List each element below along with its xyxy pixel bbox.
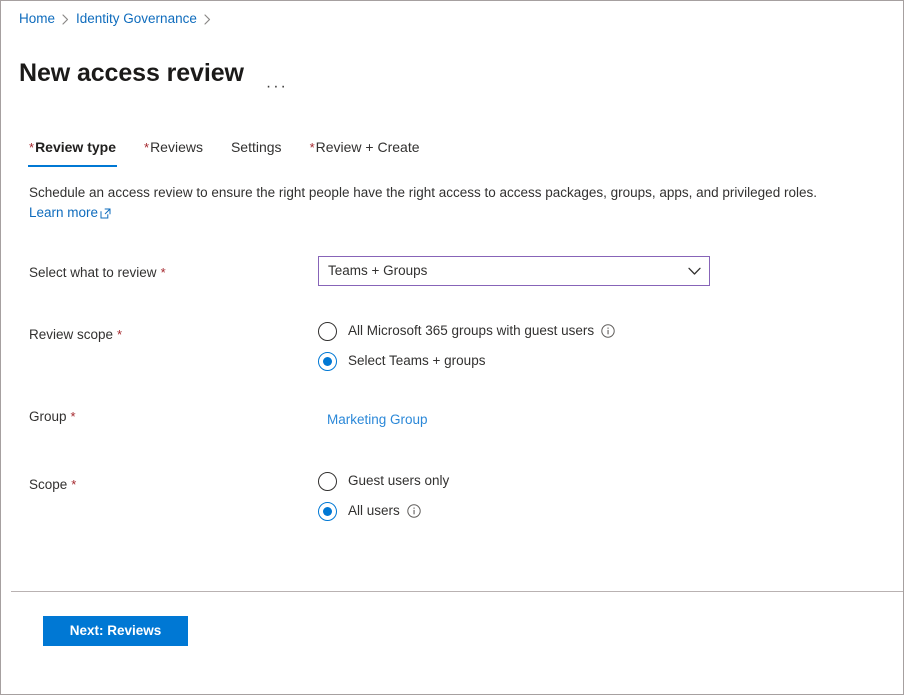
breadcrumb-item-identity-governance[interactable]: Identity Governance <box>76 10 197 28</box>
tab-settings[interactable]: Settings <box>229 135 284 167</box>
review-scope-radio-group: All Microsoft 365 groups with guest user… <box>318 316 615 376</box>
radio-mark <box>318 352 337 371</box>
field-label-review-scope: Review scope * <box>29 326 122 344</box>
label-text: Review scope <box>29 327 113 342</box>
radio-select-teams-and-groups[interactable]: Select Teams + groups <box>318 346 615 376</box>
selected-group-link[interactable]: Marketing Group <box>327 412 428 427</box>
radio-label: All Microsoft 365 groups with guest user… <box>348 322 594 340</box>
required-asterisk: * <box>117 327 122 342</box>
learn-more-link[interactable]: Learn more <box>29 203 111 223</box>
radio-all-m365-groups-with-guest-users[interactable]: All Microsoft 365 groups with guest user… <box>318 316 615 346</box>
radio-mark <box>318 322 337 341</box>
chevron-right-icon <box>62 14 69 25</box>
info-icon[interactable] <box>407 504 421 518</box>
field-label-scope: Scope * <box>29 476 76 494</box>
page-title: New access review <box>19 56 244 90</box>
radio-label: All users <box>348 502 400 520</box>
field-label-select-what-to-review: Select what to review * <box>29 264 166 282</box>
radio-mark <box>318 472 337 491</box>
required-asterisk: * <box>71 477 76 492</box>
page-description: Schedule an access review to ensure the … <box>29 183 885 223</box>
dropdown-selected-value: Teams + Groups <box>328 262 687 280</box>
tab-label: Settings <box>231 139 282 155</box>
more-options-button[interactable]: ··· <box>262 76 292 103</box>
label-text: Scope <box>29 477 67 492</box>
title-row: New access review ··· <box>19 39 292 107</box>
tab-review-type[interactable]: *Review type <box>27 135 118 167</box>
required-asterisk: * <box>310 140 315 155</box>
label-text: Group <box>29 409 67 424</box>
chevron-down-icon <box>687 264 701 278</box>
radio-mark <box>318 502 337 521</box>
description-text: Schedule an access review to ensure the … <box>29 185 817 200</box>
radio-label: Select Teams + groups <box>348 352 485 370</box>
radio-all-users[interactable]: All users <box>318 496 449 526</box>
required-asterisk: * <box>161 265 166 280</box>
new-access-review-page: Home Identity Governance New access revi… <box>0 0 904 695</box>
control-group: Marketing Group <box>327 411 428 429</box>
tab-label: Review + Create <box>316 139 420 155</box>
learn-more-label: Learn more <box>29 203 98 223</box>
chevron-right-icon-2 <box>204 14 211 25</box>
required-asterisk: * <box>71 409 76 424</box>
wizard-tabs: *Review type *Reviews Settings *Review +… <box>27 135 446 167</box>
tab-label: Review type <box>35 139 116 155</box>
label-text: Select what to review <box>29 265 157 280</box>
next-reviews-button[interactable]: Next: Reviews <box>43 616 188 646</box>
required-asterisk: * <box>29 140 34 155</box>
control-select-what-to-review: Teams + Groups <box>318 256 710 286</box>
control-review-scope: All Microsoft 365 groups with guest user… <box>318 316 615 376</box>
select-what-to-review-dropdown[interactable]: Teams + Groups <box>318 256 710 286</box>
external-link-icon <box>100 208 111 219</box>
tab-label: Reviews <box>150 139 203 155</box>
info-icon[interactable] <box>601 324 615 338</box>
required-asterisk: * <box>144 140 149 155</box>
field-label-group: Group * <box>29 408 76 426</box>
tab-review-create[interactable]: *Review + Create <box>308 135 422 167</box>
control-scope: Guest users only All users <box>318 466 449 526</box>
footer-divider <box>11 591 903 592</box>
radio-guest-users-only[interactable]: Guest users only <box>318 466 449 496</box>
breadcrumb: Home Identity Governance <box>19 10 218 28</box>
scope-radio-group: Guest users only All users <box>318 466 449 526</box>
tab-reviews[interactable]: *Reviews <box>142 135 205 167</box>
breadcrumb-item-home[interactable]: Home <box>19 10 55 28</box>
radio-label: Guest users only <box>348 472 449 490</box>
